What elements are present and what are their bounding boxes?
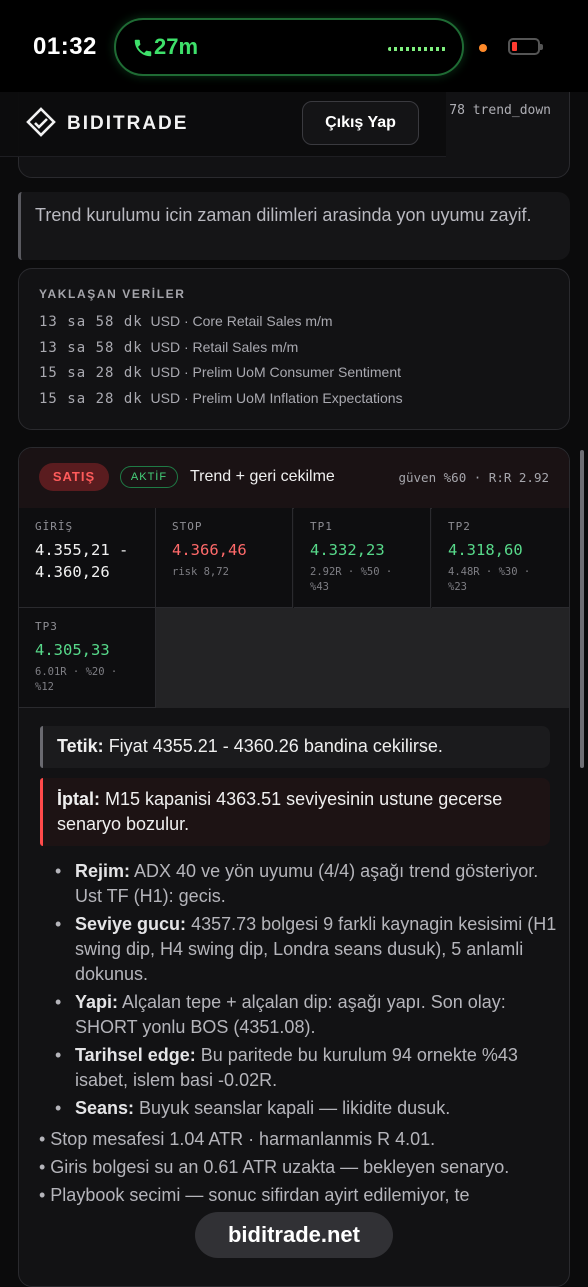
tp1-value: 4.332,23 [310,541,385,559]
upcoming-events-card: YAKLAŞAN VERİLER 13 sa 58 dk USD · Core … [18,268,570,430]
entry-value: 4.355,21 - 4.360,26 [35,541,129,581]
event-text: USD · Core Retail Sales m/m [150,313,333,329]
tp2-value: 4.318,60 [448,541,523,559]
note-item: • Stop mesafesi 1.04 ATR · harmanlanmis … [39,1129,436,1149]
tp3-value: 4.305,33 [35,641,110,659]
tp1-cell: TP1 4.332,23 2.92R · %50 · %43 [294,508,431,608]
trade-header: SATIŞ AKTİF Trend + geri cekilme güven %… [19,448,569,509]
battery-icon [508,38,543,55]
side-badge: SATIŞ [39,463,109,491]
upcoming-events-title: YAKLAŞAN VERİLER [39,287,186,301]
stop-cell: STOP 4.366,46 risk 8,72 [156,508,293,608]
confidence-rr: güven %60 · R:R 2.92 [398,470,549,485]
event-item: 15 sa 28 dk USD · Prelim UoM Inflation E… [39,390,549,416]
notes-list: • Stop mesafesi 1.04 ATR · harmanlanmis … [39,1126,554,1210]
tp1-label: TP1 [310,520,333,533]
entry-label: GİRİŞ [35,520,74,533]
event-item: 13 sa 58 dk USD · Core Retail Sales m/m [39,313,549,339]
bullet-text: Alçalan tepe + alçalan dip: aşağı yapı. … [75,992,506,1037]
stop-label: STOP [172,520,203,533]
warning-note: Trend kurulumu icin zaman dilimleri aras… [18,192,570,260]
mic-indicator-icon [479,44,487,52]
bullet-label: Tarihsel edge: [75,1045,196,1065]
tp2-label: TP2 [448,520,471,533]
tp3-sub: 6.01R · %20 · %12 [35,666,118,693]
event-time: 15 sa 28 dk [39,365,143,381]
status-time: 01:32 [33,33,97,60]
cancel-box: İptal: M15 kapanisi 4363.51 seviyesinin … [40,778,550,846]
brand-name: BIDITRADE [67,113,189,134]
list-item: Rejim: ADX 40 ve yön uyumu (4/4) aşağı t… [55,859,560,909]
phone-icon [134,39,152,57]
stop-risk: risk 8,72 [172,566,229,578]
tp2-cell: TP2 4.318,60 4.48R · %30 · %23 [432,508,569,608]
event-time: 15 sa 28 dk [39,390,143,407]
bullet-label: Seans: [75,1098,135,1118]
event-item: 13 sa 58 dk USD · Retail Sales m/m [39,339,549,365]
list-item: Seviye gucu: 4357.73 bolgesi 9 farkli ka… [55,912,560,987]
bullet-label: Yapi: [75,992,119,1012]
watermark: biditrade.net [195,1212,393,1258]
trend-snippet: 78 trend_down [449,103,551,118]
app-header: BIDITRADE Çıkış Yap [0,92,446,157]
trigger-label: Tetik: [57,736,104,756]
event-time: 13 sa 58 dk [39,314,143,330]
bullet-label: Seviye gucu: [75,914,187,934]
setup-name: Trend + geri cekilme [190,468,335,485]
event-text: USD · Prelim UoM Inflation Expectations [150,389,403,406]
status-badge: AKTİF [120,466,178,488]
bullet-label: Rejim: [75,861,131,881]
cancel-text: M15 kapanisi 4363.51 seviyesinin ustune … [57,789,503,834]
trade-setup-card[interactable]: SATIŞ AKTİF Trend + geri cekilme güven %… [18,447,570,1287]
list-item: Yapi: Alçalan tepe + alçalan dip: aşağı … [55,990,560,1040]
logout-button[interactable]: Çıkış Yap [302,101,419,145]
cancel-label: İptal: [57,789,100,809]
note-item: • Playbook secimi — sonuc sifirdan ayirt… [39,1185,470,1205]
tp3-label: TP3 [35,620,58,633]
event-time: 13 sa 58 dk [39,339,143,356]
stop-value: 4.366,46 [172,541,247,559]
event-text: USD · Prelim UoM Consumer Sentiment [150,364,402,380]
trigger-box: Tetik: Fiyat 4355.21 - 4360.26 bandina c… [40,726,550,768]
list-item: Seans: Buyuk seanslar kapali — likidite … [55,1096,560,1121]
event-item: 15 sa 28 dk USD · Prelim UoM Consumer Se… [39,364,549,390]
tp1-sub: 2.92R · %50 · %43 [310,566,393,593]
empty-grid-cell [156,608,569,708]
entry-cell: GİRİŞ 4.355,21 - 4.360,26 [19,508,156,608]
event-text: USD · Retail Sales m/m [150,338,299,355]
tp2-sub: 4.48R · %30 · %23 [448,566,531,593]
bullet-text: ADX 40 ve yön uyumu (4/4) aşağı trend gö… [75,861,539,906]
tp3-cell: TP3 4.305,33 6.01R · %20 · %12 [19,608,156,708]
dynamic-island-call[interactable]: 27m [114,18,464,76]
trigger-text: Fiyat 4355.21 - 4360.26 bandina cekilirs… [108,736,443,756]
list-item: Tarihsel edge: Bu paritede bu kurulum 94… [55,1043,560,1093]
analysis-list: Rejim: ADX 40 ve yön uyumu (4/4) aşağı t… [55,859,560,1124]
scrollbar[interactable] [580,450,584,768]
note-item: • Giris bolgesi su an 0.61 ATR uzakta — … [39,1157,510,1177]
bullet-text: Buyuk seanslar kapali — likidite dusuk. [139,1098,451,1118]
call-duration: 27m [154,34,199,59]
audio-wave-icon [388,47,446,51]
status-bar: 01:32 27m [0,0,588,92]
biditrade-logo-icon [26,107,56,137]
